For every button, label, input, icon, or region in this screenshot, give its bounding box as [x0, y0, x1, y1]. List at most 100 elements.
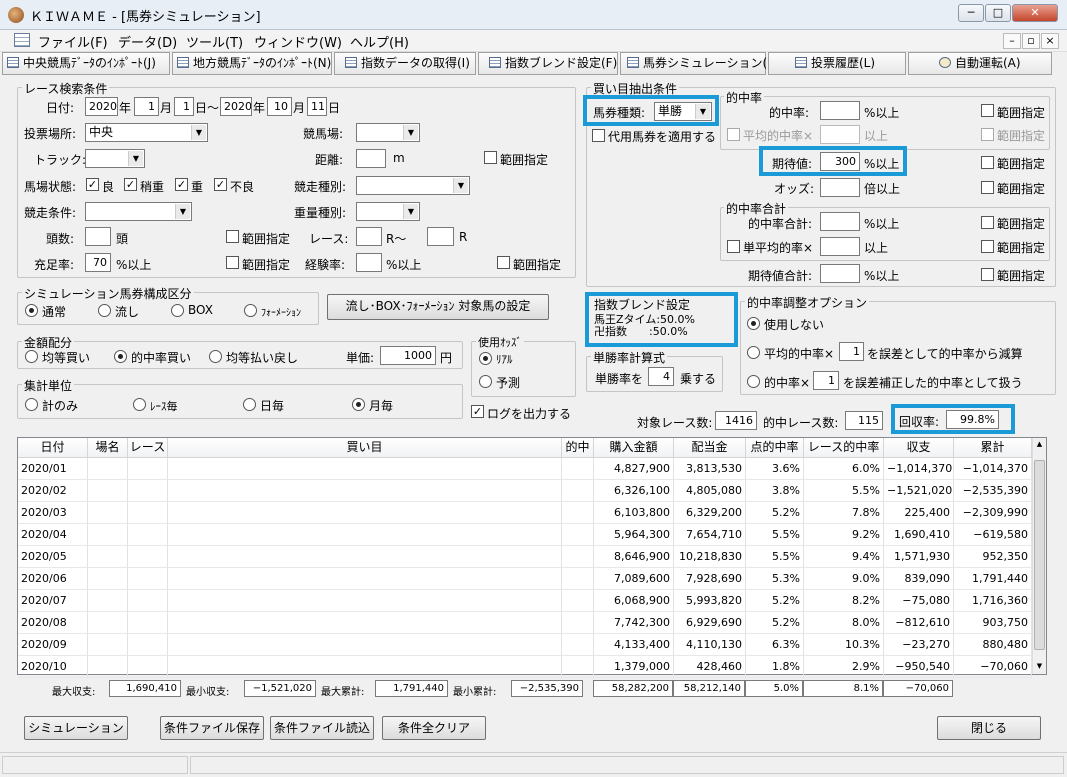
hit-rate-input[interactable] [820, 101, 860, 120]
col-race-hit[interactable]: レース的中率 [804, 438, 884, 458]
minimize-button[interactable]: ─ [958, 4, 984, 22]
track-select[interactable]: ▼ [85, 149, 145, 168]
col-race[interactable]: レース [128, 438, 168, 458]
table-row[interactable]: 2020/09 4,133,400 4,110,130 6.3% 10.3% −23,27… [18, 634, 1032, 656]
weight-select[interactable]: ▼ [356, 202, 420, 221]
table-row[interactable]: 2020/06 7,089,600 7,928,690 5.3% 9.0% 839,090… [18, 568, 1032, 590]
fetch-index-button[interactable]: 指数データの取得(I) [334, 52, 476, 75]
hit-sum-input[interactable] [820, 212, 860, 231]
race-from-input[interactable] [356, 227, 382, 246]
agg-day-radio[interactable] [243, 398, 256, 411]
table-row[interactable]: 2020/02 6,326,100 4,805,080 3.8% 5.5% −1,521,… [18, 480, 1032, 502]
single-avg-checkbox[interactable] [727, 240, 740, 253]
table-row[interactable]: 2020/05 8,646,900 10,218,830 5.5% 9.4% 1,571,… [18, 546, 1032, 568]
odds-input[interactable] [820, 178, 860, 197]
col-point-hit[interactable]: 点的中率 [746, 438, 804, 458]
close-button[interactable]: 閉じる [937, 716, 1041, 740]
col-balance[interactable]: 収支 [884, 438, 954, 458]
cond-good-checkbox[interactable]: ✓ [86, 178, 99, 191]
cond-bad-checkbox[interactable]: ✓ [214, 178, 227, 191]
agg-race-radio[interactable] [133, 398, 146, 411]
to-year-input[interactable]: 2020 [220, 97, 252, 116]
log-output-checkbox[interactable]: ✓ [471, 405, 484, 418]
auto-run-button[interactable]: 自動運転(A) [908, 52, 1052, 75]
exp-range-checkbox[interactable] [497, 256, 510, 269]
mdi-restore-button[interactable]: ▫ [1022, 33, 1040, 49]
vote-history-button[interactable]: 投票履歴(L) [768, 52, 906, 75]
to-month-input[interactable]: 10 [267, 97, 292, 116]
table-row[interactable]: 2020/10 1,379,000 428,460 1.8% 2.9% −950,540−… [18, 656, 1032, 678]
alloc-hitrate-radio[interactable] [114, 350, 127, 363]
col-date[interactable]: 日付 [18, 438, 88, 458]
mdi-close-button[interactable]: × [1041, 33, 1059, 49]
odds-predict-radio[interactable] [479, 375, 492, 388]
index-blend-button[interactable]: 指数ブレンド設定(F) [478, 52, 618, 75]
ev-input[interactable]: 300 [820, 152, 860, 171]
alloc-equal-radio[interactable] [25, 350, 38, 363]
col-payout[interactable]: 配当金 [674, 438, 746, 458]
distance-range-checkbox[interactable] [484, 151, 497, 164]
table-row[interactable]: 2020/07 6,068,900 5,993,820 5.2% 8.2% −75,080… [18, 590, 1032, 612]
menu-tools[interactable]: ツール(T) [186, 32, 243, 51]
scroll-down-icon[interactable]: ▼ [1034, 662, 1045, 670]
race-to-input[interactable] [427, 227, 454, 246]
table-row[interactable]: 2020/08 7,742,300 6,929,690 5.2% 8.0% −812,61… [18, 612, 1032, 634]
odds-range-checkbox[interactable] [981, 181, 994, 194]
col-ticket[interactable]: 買い目 [168, 438, 562, 458]
unit-price-input[interactable]: 1000 [380, 346, 436, 365]
ev-sum-input[interactable] [820, 264, 860, 283]
table-row[interactable]: 2020/01 4,827,900 3,813,530 3.6% 6.0% −1,014,… [18, 458, 1032, 480]
adjust-none-radio[interactable] [747, 317, 760, 330]
menu-file[interactable]: ファイル(F) [38, 32, 108, 51]
maximize-button[interactable]: □ [985, 4, 1011, 22]
sim-nagashi-radio[interactable] [98, 304, 111, 317]
import-local-button[interactable]: 地方競馬ﾃﾞｰﾀのｲﾝﾎﾟｰﾄ(N) [172, 52, 332, 75]
odds-real-radio[interactable] [479, 352, 492, 365]
table-row[interactable]: 2020/04 5,964,300 7,654,710 5.5% 9.2% 1,690,4… [18, 524, 1032, 546]
agg-total-radio[interactable] [25, 398, 38, 411]
scroll-up-icon[interactable]: ▲ [1034, 440, 1045, 448]
table-scrollbar[interactable]: ▲ ▼ [1032, 438, 1046, 674]
to-day-input[interactable]: 11 [307, 97, 327, 116]
mdi-minimize-button[interactable]: – [1003, 33, 1021, 49]
ticket-sim-button[interactable]: 馬券シミュレーション(B) [620, 52, 780, 75]
menu-help[interactable]: ヘルプ(H) [350, 32, 409, 51]
sim-box-radio[interactable] [171, 304, 184, 317]
import-central-button[interactable]: 中央競馬ﾃﾞｰﾀのｲﾝﾎﾟｰﾄ(J) [2, 52, 170, 75]
single-avg-input[interactable] [820, 237, 860, 256]
venue-select[interactable]: 中央 ▼ [85, 123, 208, 142]
from-month-input[interactable]: 1 [134, 97, 159, 116]
adjust-correct-radio[interactable] [747, 375, 760, 388]
clear-conditions-button[interactable]: 条件全クリア [382, 716, 486, 740]
exp-input[interactable] [356, 253, 382, 272]
from-year-input[interactable]: 2020 [85, 97, 118, 116]
avg-hit-input[interactable] [820, 125, 860, 144]
close-window-button[interactable]: ✕ [1012, 4, 1058, 22]
race-type-select[interactable]: ▼ [356, 176, 470, 195]
table-row[interactable]: 2020/03 6,103,800 6,329,200 5.2% 7.8% 225,400… [18, 502, 1032, 524]
save-conditions-button[interactable]: 条件ファイル保存 [160, 716, 264, 740]
heads-range-checkbox[interactable] [226, 230, 239, 243]
fill-input[interactable]: 70 [85, 253, 111, 272]
col-hit[interactable]: 的中 [562, 438, 594, 458]
menu-data[interactable]: データ(D) [118, 32, 177, 51]
cond-slightly-heavy-checkbox[interactable]: ✓ [124, 178, 137, 191]
adjust-subtract-radio[interactable] [747, 346, 760, 359]
heads-input[interactable] [85, 227, 111, 246]
course-select[interactable]: ▼ [356, 123, 420, 142]
simulate-button[interactable]: シミュレーション [24, 716, 128, 740]
single-avg-range-checkbox[interactable] [981, 240, 994, 253]
cond-heavy-checkbox[interactable]: ✓ [175, 178, 188, 191]
substitute-checkbox[interactable] [592, 129, 605, 142]
scroll-thumb[interactable] [1034, 460, 1045, 650]
race-cond-select[interactable]: ▼ [85, 202, 192, 221]
ev-sum-range-checkbox[interactable] [981, 268, 994, 281]
avg-hit-range-checkbox[interactable] [981, 128, 994, 141]
alloc-payout-radio[interactable] [209, 350, 222, 363]
distance-input[interactable] [356, 149, 386, 168]
win-formula-input[interactable]: 4 [648, 367, 674, 386]
from-day-input[interactable]: 1 [174, 97, 194, 116]
load-conditions-button[interactable]: 条件ファイル読込 [270, 716, 374, 740]
sim-normal-radio[interactable] [25, 304, 38, 317]
col-venue[interactable]: 場名 [88, 438, 128, 458]
